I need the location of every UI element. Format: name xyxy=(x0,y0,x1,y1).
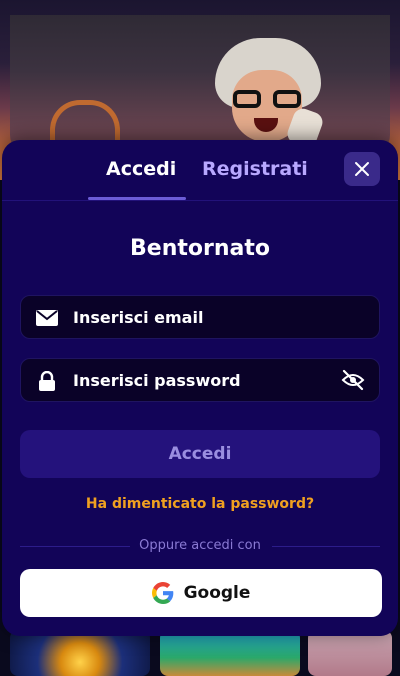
close-button[interactable] xyxy=(344,152,380,186)
game-tile[interactable] xyxy=(160,630,300,676)
email-field[interactable] xyxy=(20,295,380,339)
modal-title: Bentornato xyxy=(130,236,270,261)
close-icon xyxy=(355,162,369,176)
password-input[interactable] xyxy=(73,371,333,390)
auth-tabs: Accedi Registrati xyxy=(2,140,398,201)
divider-line xyxy=(272,546,380,547)
login-modal: Accedi Registrati Bentornato Inserisci e… xyxy=(2,140,398,636)
or-divider: Oppure accedi con xyxy=(20,538,380,554)
active-tab-indicator xyxy=(88,197,186,200)
google-button-label: Google xyxy=(183,583,251,603)
google-login-button[interactable]: Google xyxy=(20,569,382,617)
envelope-icon xyxy=(35,307,59,329)
tab-register[interactable]: Registrati xyxy=(202,158,308,180)
eye-slash-icon[interactable] xyxy=(341,369,365,391)
email-input[interactable] xyxy=(73,308,333,327)
tab-login[interactable]: Accedi xyxy=(106,158,176,180)
lock-icon xyxy=(35,370,59,392)
character-glasses xyxy=(233,90,301,110)
google-logo-icon xyxy=(151,582,173,604)
login-submit-button[interactable]: Accedi xyxy=(20,430,380,478)
game-tile[interactable] xyxy=(10,630,150,676)
password-field[interactable] xyxy=(20,358,380,402)
game-tile[interactable] xyxy=(308,630,392,676)
game-tiles-strip xyxy=(0,630,400,676)
forgot-password-link[interactable]: Ha dimenticato la password? xyxy=(2,496,398,512)
